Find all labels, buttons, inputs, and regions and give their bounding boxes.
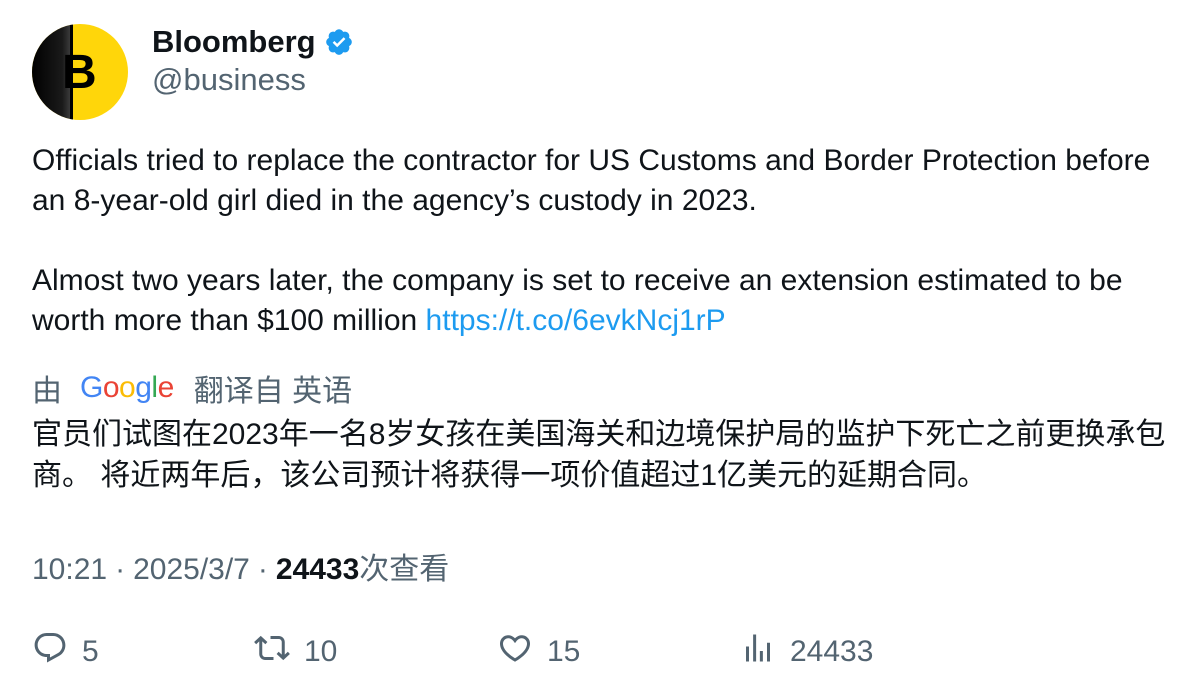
translation-attribution: 由 Google 翻译自 英语 <box>32 366 352 410</box>
tweet-time[interactable]: 10:21 <box>32 553 107 586</box>
tweet-link[interactable]: https://t.co/6evkNcj1rP <box>426 304 726 337</box>
avatar[interactable]: B <box>32 24 128 120</box>
meta-separator: · <box>115 553 126 586</box>
retweet-count: 10 <box>304 635 338 668</box>
views-action-count: 24433 <box>790 635 874 668</box>
like-count: 15 <box>547 635 581 668</box>
by-label: 由 <box>32 375 62 408</box>
translated-from-label: 翻译自 英语 <box>193 375 353 408</box>
display-name[interactable]: Bloomberg <box>152 24 316 60</box>
bar-chart-icon <box>740 630 776 674</box>
name-row: Bloomberg <box>152 22 354 62</box>
retweet-button[interactable]: 10 <box>254 628 337 676</box>
tweet-meta: 10:21 · 2025/3/7 · 24433次查看 <box>32 544 449 588</box>
tweet-card: B Bloomberg @business Officials tried to… <box>0 0 1196 698</box>
tweet-paragraph-1: Officials tried to replace the contracto… <box>32 144 1151 217</box>
google-logo: Google <box>80 371 174 404</box>
avatar-letter: B <box>62 46 97 99</box>
reply-button[interactable]: 5 <box>32 628 99 676</box>
user-handle[interactable]: @business <box>152 62 306 98</box>
views-count: 24433 <box>275 553 360 586</box>
reply-count: 5 <box>82 635 99 668</box>
reply-icon <box>32 630 68 674</box>
tweet-date[interactable]: 2025/3/7 <box>133 553 250 586</box>
views-label: 次查看 <box>359 553 450 586</box>
tweet-text: Officials tried to replace the contracto… <box>32 141 1172 341</box>
like-button[interactable]: 15 <box>497 628 580 676</box>
views-button[interactable]: 24433 <box>740 628 873 676</box>
verified-badge-icon <box>324 27 354 57</box>
heart-icon <box>497 630 533 674</box>
translated-text: 官员们试图在2023年一名8岁女孩在美国海关和边境保护局的监护下死亡之前更换承包… <box>32 418 1166 492</box>
action-bar: 5 10 15 24433 <box>32 628 1172 676</box>
retweet-icon <box>254 630 290 674</box>
tweet-paragraph-2: Almost two years later, the company is s… <box>32 261 1172 341</box>
meta-separator: · <box>257 553 268 586</box>
